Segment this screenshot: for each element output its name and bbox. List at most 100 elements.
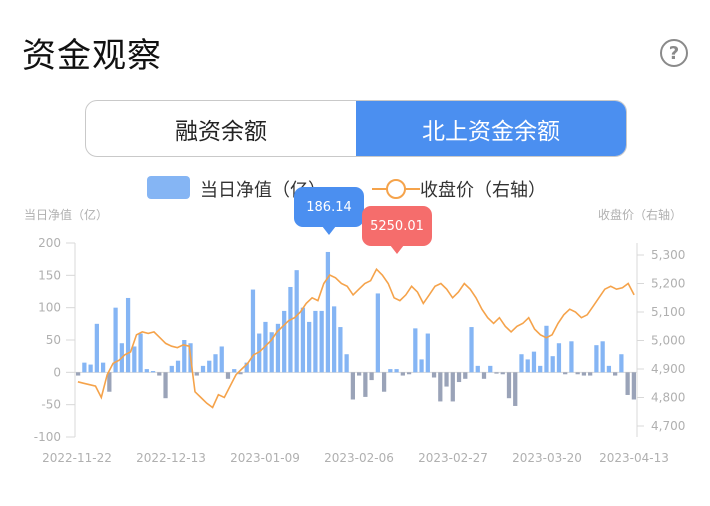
bar xyxy=(625,372,630,395)
y-right-tick-label: 4,800 xyxy=(651,391,685,405)
bar xyxy=(381,372,387,392)
bar xyxy=(581,372,587,376)
segmented-control: 融资余额 北上资金余额 xyxy=(85,100,627,157)
bar xyxy=(425,333,430,373)
x-tick-label: 2023-01-09 xyxy=(230,451,300,465)
bar xyxy=(494,372,499,374)
bar xyxy=(563,372,568,375)
bar xyxy=(500,372,505,375)
bar xyxy=(444,372,449,387)
bar xyxy=(556,343,562,373)
bar xyxy=(519,354,524,373)
bar xyxy=(513,372,518,406)
x-tick-label: 2023-02-06 xyxy=(324,451,394,465)
bar xyxy=(506,372,512,399)
y-right-tick-label: 4,900 xyxy=(651,362,685,376)
bar xyxy=(431,372,437,378)
y-right-tick-label: 5,100 xyxy=(651,305,685,319)
bar xyxy=(207,360,212,373)
bar xyxy=(175,360,181,373)
bar xyxy=(488,365,493,373)
bar xyxy=(600,341,605,373)
bar xyxy=(413,328,418,373)
y-right-tick-label: 5,300 xyxy=(651,248,685,262)
help-icon[interactable]: ? xyxy=(660,39,688,67)
bar xyxy=(250,289,256,373)
bar xyxy=(475,365,480,373)
bar xyxy=(419,359,424,373)
bar xyxy=(213,354,218,373)
x-tick-label: 2023-03-20 xyxy=(512,451,582,465)
bar xyxy=(550,356,555,373)
legend-bar-swatch[interactable] xyxy=(147,176,190,199)
bar xyxy=(82,362,87,373)
page-title: 资金观察 xyxy=(22,36,162,76)
bar xyxy=(544,325,549,373)
bar xyxy=(406,372,412,375)
y-left-tick-label: 50 xyxy=(46,333,61,347)
bar xyxy=(456,372,462,383)
bar xyxy=(569,341,574,373)
tab-northbound-balance[interactable]: 北上资金余额 xyxy=(356,101,626,156)
bar xyxy=(144,369,149,373)
bar xyxy=(319,310,324,373)
bar xyxy=(332,306,337,373)
x-tick-label: 2023-02-27 xyxy=(418,451,488,465)
bar xyxy=(75,372,81,376)
bar xyxy=(531,351,537,373)
bar xyxy=(388,369,393,373)
bar xyxy=(369,372,374,381)
bar xyxy=(138,333,143,373)
bar xyxy=(200,365,206,373)
bar xyxy=(363,372,368,397)
left-axis-title: 当日净值（亿） xyxy=(24,207,108,222)
bar xyxy=(338,327,343,373)
bar xyxy=(594,345,599,373)
bar xyxy=(313,310,318,373)
bar xyxy=(219,346,224,373)
bar xyxy=(300,307,306,373)
bar xyxy=(619,354,624,373)
y-left-tick-label: 150 xyxy=(38,268,61,282)
y-right-tick-label: 5,200 xyxy=(651,277,685,291)
bar xyxy=(450,372,455,402)
legend-line-swatch[interactable] xyxy=(372,177,420,201)
bar xyxy=(394,369,399,373)
bar xyxy=(100,362,106,373)
bar xyxy=(575,372,580,375)
bar xyxy=(613,372,618,376)
right-axis-title: 收盘价（右轴） xyxy=(598,207,682,222)
bar xyxy=(538,365,543,373)
y-left-tick-label: 200 xyxy=(38,236,61,250)
bar xyxy=(294,270,299,373)
bar xyxy=(469,327,474,373)
bar xyxy=(375,293,380,373)
bar xyxy=(157,372,162,376)
bar xyxy=(150,371,156,373)
bar xyxy=(132,346,137,373)
bar xyxy=(631,372,637,400)
y-right-tick-label: 4,700 xyxy=(651,419,685,433)
bar xyxy=(282,310,287,373)
bar xyxy=(463,372,468,379)
x-tick-label: 2022-12-13 xyxy=(136,451,206,465)
y-left-tick-label: -50 xyxy=(41,398,61,412)
bar xyxy=(194,372,199,376)
bar xyxy=(225,372,231,379)
bar-tooltip: 186.14 xyxy=(294,187,364,235)
bar xyxy=(307,321,312,373)
bar xyxy=(163,372,168,399)
bar xyxy=(481,372,487,379)
tab-margin-balance[interactable]: 融资余额 xyxy=(86,101,356,156)
y-left-tick-label: 0 xyxy=(53,365,61,379)
capital-chart: 当日净值（亿） 收盘价（右轴） 200 150 100 50 0 -50 -100 5,300 5,… xyxy=(24,207,685,465)
y-right-tick-label: 5,000 xyxy=(651,334,685,348)
bar xyxy=(525,359,530,373)
bar xyxy=(344,354,349,373)
bar xyxy=(169,365,174,373)
y-left-tick-label: 100 xyxy=(38,301,61,315)
bar xyxy=(325,251,331,373)
bar xyxy=(232,369,237,373)
legend-line-label[interactable]: 收盘价（右轴） xyxy=(420,176,546,202)
bar xyxy=(438,372,443,402)
